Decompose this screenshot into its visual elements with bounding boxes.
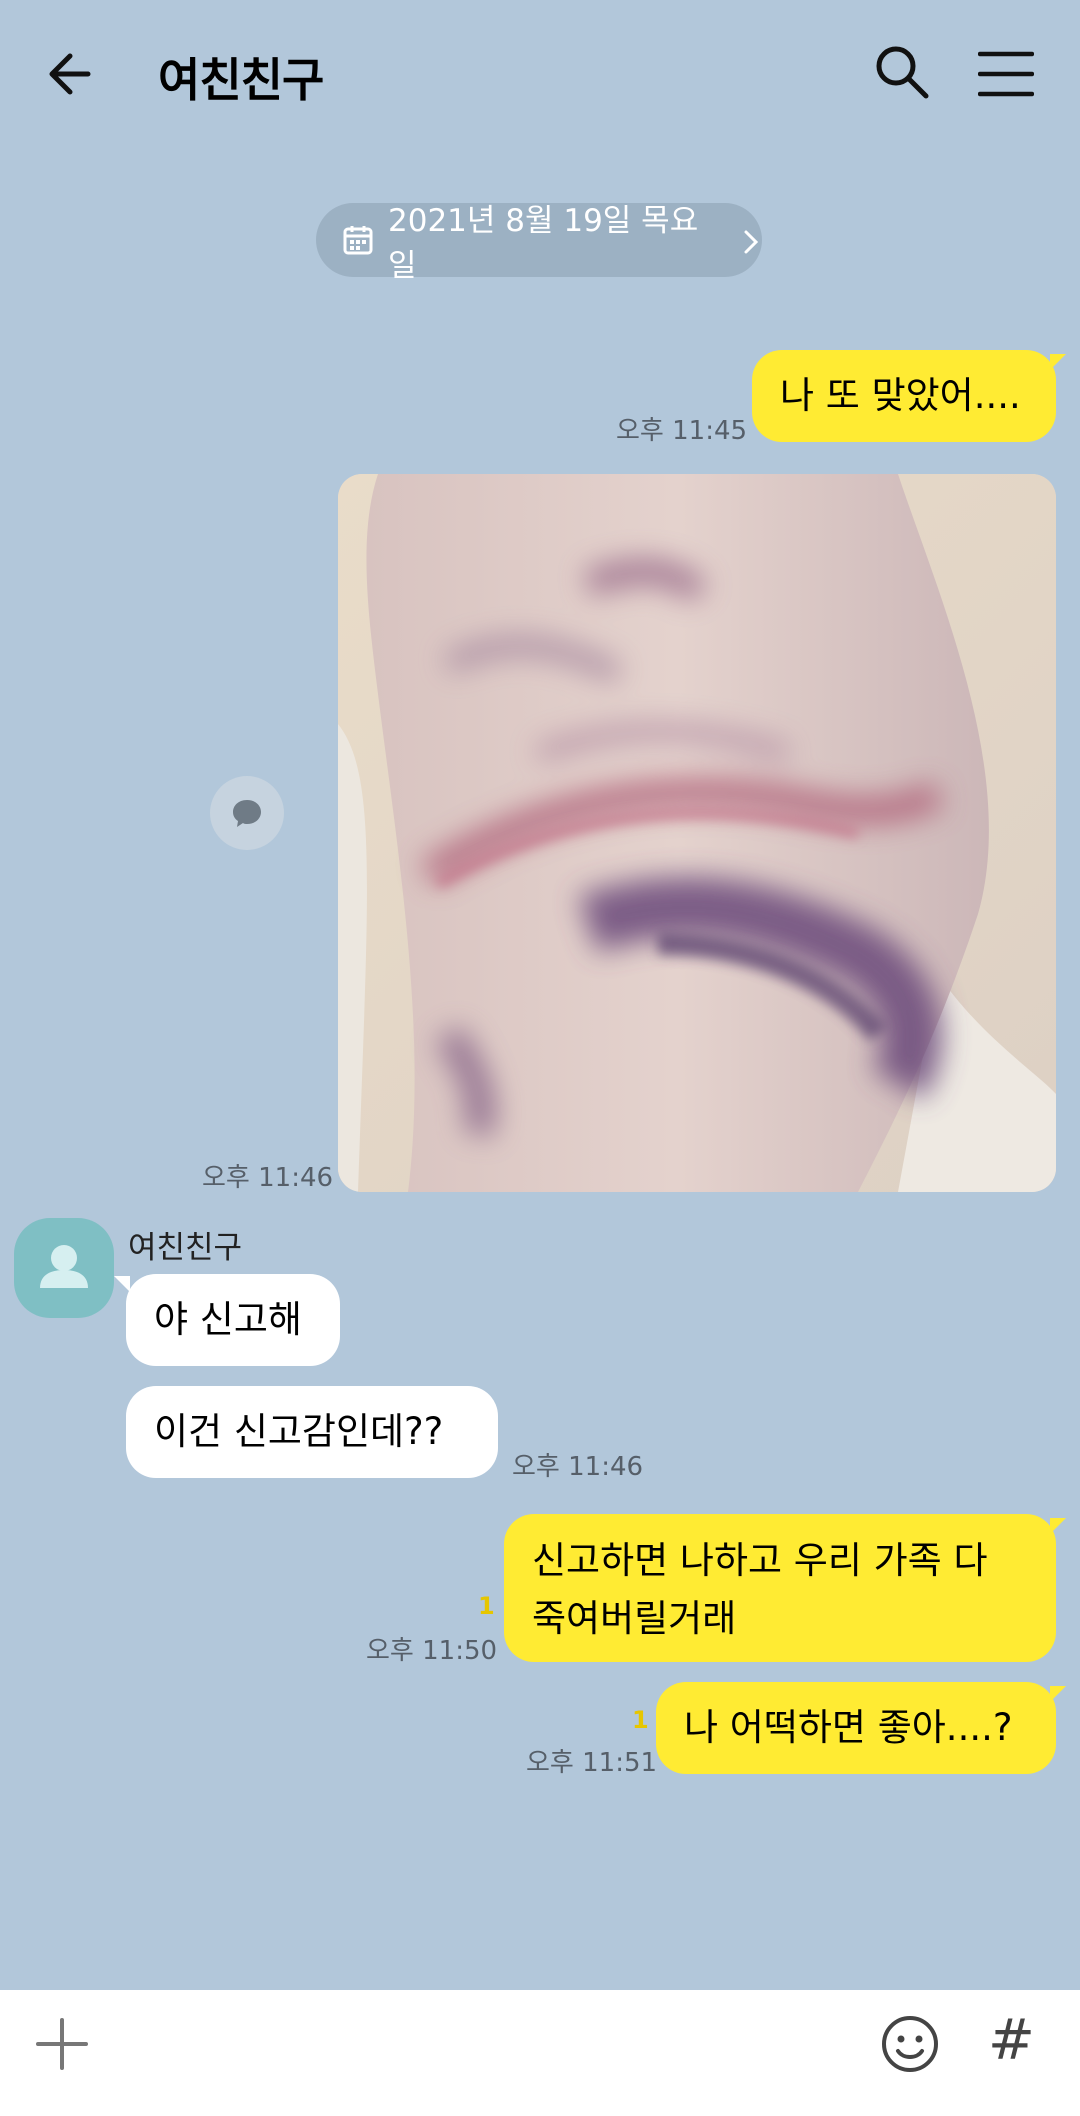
message-text: 야 신고해 (154, 1298, 302, 1341)
emoji-icon[interactable] (878, 2012, 942, 2076)
unread-count: 1 (632, 1706, 649, 1734)
date-text: 2021년 8월 19일 목요일 (388, 203, 699, 284)
sender-name: 여친친구 (128, 1230, 243, 1266)
my-message-bubble[interactable]: 나 어떡하면 좋아....? (656, 1682, 1056, 1774)
message-text: 나 또 맞았어.... (780, 374, 1021, 417)
bubble-tail (1050, 354, 1066, 370)
message-time: 오후 11:46 (202, 1163, 334, 1193)
plus-icon[interactable] (34, 2016, 90, 2072)
bubble-tail (1050, 1518, 1066, 1534)
chat-title: 여친친구 (158, 53, 324, 107)
message-time: 오후 11:50 (366, 1636, 498, 1666)
share-bubble-icon[interactable] (210, 776, 284, 850)
message-time: 오후 11:46 (512, 1452, 644, 1482)
menu-icon[interactable] (977, 50, 1035, 98)
back-arrow-icon[interactable] (44, 42, 108, 106)
message-time: 오후 11:45 (616, 416, 748, 446)
hashtag-button[interactable]: # (988, 2008, 1035, 2073)
my-message-bubble[interactable]: 신고하면 나하고 우리 가족 다 죽여버릴거래 (504, 1514, 1056, 1662)
input-bar: # (0, 1990, 1080, 2116)
message-text: 나 어떡하면 좋아....? (684, 1706, 1013, 1749)
other-message-bubble[interactable]: 이건 신고감인데?? (126, 1386, 498, 1478)
my-message-bubble[interactable]: 나 또 맞았어.... (752, 350, 1056, 442)
message-text-line: 죽여버릴거래 (532, 1597, 737, 1640)
message-text-line: 신고하면 나하고 우리 가족 다 (532, 1539, 988, 1582)
photo-message[interactable] (338, 474, 1056, 1192)
message-text: 이건 신고감인데?? (154, 1410, 444, 1453)
chat-header: 여친친구 (0, 0, 1080, 150)
person-icon (40, 1245, 88, 1288)
message-time: 오후 11:51 (526, 1748, 658, 1778)
unread-count: 1 (478, 1592, 495, 1620)
avatar[interactable] (14, 1218, 114, 1318)
calendar-icon (342, 224, 374, 256)
chevron-right-icon (740, 227, 762, 254)
search-icon[interactable] (872, 42, 932, 102)
date-divider[interactable]: 2021년 8월 19일 목요일 (316, 203, 762, 284)
bubble-tail (114, 1276, 130, 1292)
other-message-bubble[interactable]: 야 신고해 (126, 1274, 340, 1366)
bubble-tail (1050, 1686, 1066, 1702)
